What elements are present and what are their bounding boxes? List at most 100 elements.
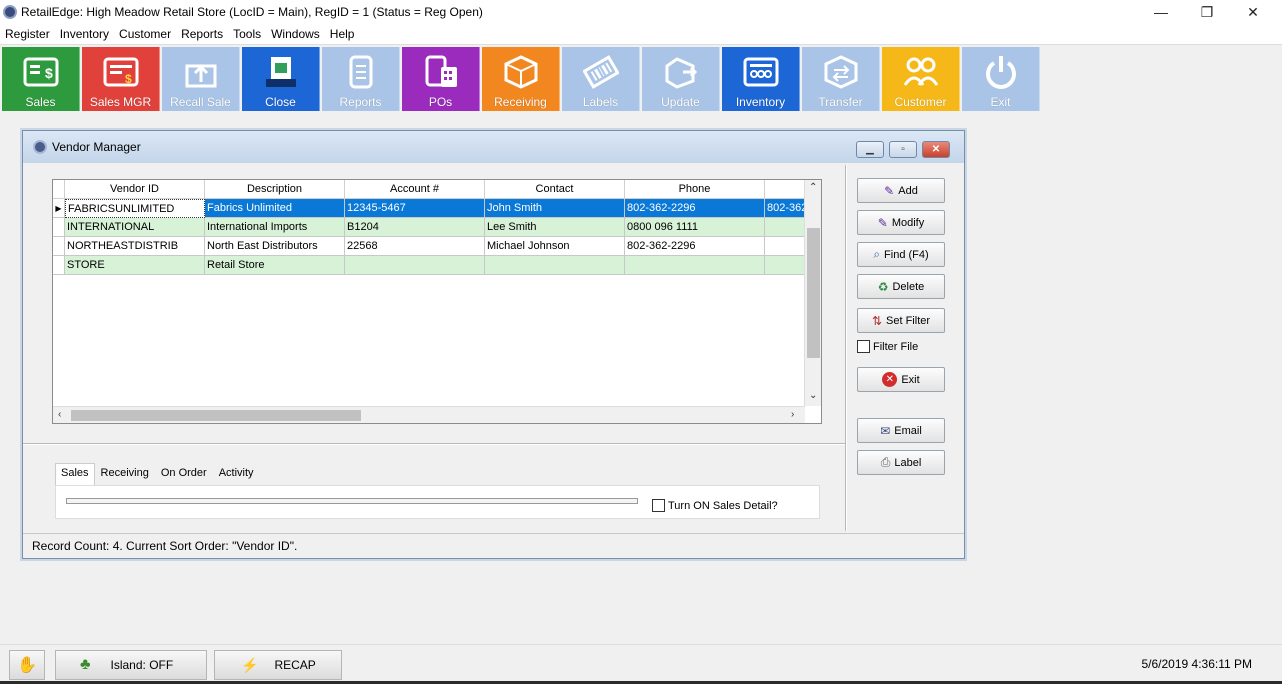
menu-customer[interactable]: Customer [119, 27, 171, 41]
cell-extra[interactable] [765, 218, 805, 237]
menu-help[interactable]: Help [330, 27, 355, 41]
horizontal-scroll-thumb[interactable] [71, 410, 361, 421]
menu-register[interactable]: Register [5, 27, 50, 41]
toolbar-customer-button[interactable]: Customer [882, 47, 960, 111]
cell-account[interactable]: 12345-5467 [345, 199, 485, 218]
tab-receiving[interactable]: Receiving [95, 463, 155, 485]
cell-phone[interactable]: 802-362-2296 [625, 199, 765, 218]
toolbar-exit-button[interactable]: Exit [962, 47, 1040, 111]
vertical-scrollbar[interactable]: ⌃ ⌄ [804, 180, 821, 406]
island-toggle-button[interactable]: ♣ Island: OFF [55, 650, 207, 680]
delete-label: Delete [892, 280, 925, 293]
tab-on-order[interactable]: On Order [155, 463, 213, 485]
scroll-up-icon[interactable]: ⌃ [809, 182, 817, 193]
cell-account[interactable] [345, 256, 485, 275]
sales-detail-label: Turn ON Sales Detail? [668, 499, 778, 512]
row-indicator [53, 237, 65, 256]
horizontal-scrollbar[interactable]: ‹ › [53, 406, 805, 423]
row-indicator-header [53, 180, 65, 199]
cell-phone[interactable] [625, 256, 765, 275]
menu-tools[interactable]: Tools [233, 27, 261, 41]
menu-reports[interactable]: Reports [181, 27, 223, 41]
hand-button[interactable]: ✋ [9, 650, 45, 680]
toolbar-receiving-button[interactable]: Receiving [482, 47, 560, 111]
sales-detail-box[interactable] [652, 499, 665, 512]
sales-detail-checkbox[interactable]: Turn ON Sales Detail? [652, 499, 778, 512]
cell-description[interactable]: Fabrics Unlimited [205, 199, 345, 218]
cell-account[interactable]: B1204 [345, 218, 485, 237]
sales-progress-bar [66, 498, 638, 504]
cell-vendor-id[interactable]: NORTHEASTDISTRIB [65, 237, 205, 256]
set-filter-button[interactable]: ⇅ Set Filter [857, 308, 945, 333]
recycle-bin-icon: ♻ [877, 279, 889, 294]
add-button[interactable]: ✎ Add [857, 178, 945, 203]
recap-button[interactable]: ⚡ RECAP [214, 650, 342, 680]
column-header-phone[interactable]: Phone [625, 180, 765, 199]
toolbar-labels-button[interactable]: Labels [562, 47, 640, 111]
vm-close-button[interactable]: ✕ [922, 141, 950, 158]
cell-contact[interactable]: John Smith [485, 199, 625, 218]
toolbar-close-button[interactable]: Close [242, 47, 320, 111]
cell-vendor-id[interactable]: INTERNATIONAL [65, 218, 205, 237]
toolbar-inventory-button[interactable]: Inventory [722, 47, 800, 111]
cell-phone[interactable]: 802-362-2296 [625, 237, 765, 256]
row-indicator [53, 218, 65, 237]
toolbar-update-button[interactable]: Update [642, 47, 720, 111]
label-button[interactable]: ⎙ Label [857, 450, 945, 475]
cell-vendor-id[interactable]: STORE [65, 256, 205, 275]
cell-contact[interactable] [485, 256, 625, 275]
column-header-vendor-id[interactable]: Vendor ID [65, 180, 205, 199]
vertical-scroll-thumb[interactable] [807, 228, 820, 358]
table-row[interactable]: NORTHEASTDISTRIB North East Distributors… [53, 237, 805, 256]
cell-contact[interactable]: Lee Smith [485, 218, 625, 237]
cell-extra[interactable] [765, 256, 805, 275]
modify-button[interactable]: ✎ Modify [857, 210, 945, 235]
column-header-extra[interactable] [765, 180, 805, 199]
tab-activity[interactable]: Activity [213, 463, 260, 485]
delete-button[interactable]: ♻ Delete [857, 274, 945, 299]
email-button[interactable]: ✉ Email [857, 418, 945, 443]
minimize-button[interactable]: — [1138, 0, 1184, 24]
menu-inventory[interactable]: Inventory [60, 27, 109, 41]
menu-windows[interactable]: Windows [271, 27, 320, 41]
toolbar-transfer-button[interactable]: Transfer [802, 47, 880, 111]
cell-account[interactable]: 22568 [345, 237, 485, 256]
column-header-description[interactable]: Description [205, 180, 345, 199]
find-button[interactable]: ⌕ Find (F4) [857, 242, 945, 267]
current-row-arrow-icon: ▶ [53, 199, 65, 218]
filter-file-box[interactable] [857, 340, 870, 353]
column-header-contact[interactable]: Contact [485, 180, 625, 199]
toolbar-reports-button[interactable]: Reports [322, 47, 400, 111]
toolbar-labels-label: Labels [582, 95, 619, 109]
restore-button[interactable]: ❐ [1184, 0, 1230, 24]
cell-extra[interactable]: 802-362 [765, 199, 805, 218]
toolbar-sales-mgr-button[interactable]: $ Sales MGR [82, 47, 160, 111]
tab-sales[interactable]: Sales [55, 463, 95, 485]
scroll-down-icon[interactable]: ⌄ [809, 390, 817, 401]
column-header-account[interactable]: Account # [345, 180, 485, 199]
toolbar-sales-button[interactable]: $ Sales [2, 47, 80, 111]
svg-text:$: $ [45, 65, 53, 81]
cell-description[interactable]: North East Distributors [205, 237, 345, 256]
cell-contact[interactable]: Michael Johnson [485, 237, 625, 256]
cell-extra[interactable] [765, 237, 805, 256]
cell-description[interactable]: International Imports [205, 218, 345, 237]
table-row[interactable]: STORE Retail Store [53, 256, 805, 275]
filter-file-checkbox[interactable]: Filter File [857, 340, 918, 353]
table-row[interactable]: INTERNATIONAL International Imports B120… [53, 218, 805, 237]
toolbar-pos-button[interactable]: POs [402, 47, 480, 111]
vm-minimize-button[interactable]: ▁ [856, 141, 884, 158]
close-button[interactable]: ✕ [1230, 0, 1276, 24]
cell-phone[interactable]: 0800 096 1111 [625, 218, 765, 237]
toolbar-recall-sale-button[interactable]: Recall Sale [162, 47, 240, 111]
inventory-icon [743, 54, 779, 90]
cell-description[interactable]: Retail Store [205, 256, 345, 275]
envelope-icon: ✉ [880, 423, 891, 438]
scroll-right-icon[interactable]: › [791, 409, 794, 420]
table-row[interactable]: ▶ FABRICSUNLIMITED Fabrics Unlimited 123… [53, 199, 805, 218]
vm-restore-button[interactable]: ▫ [889, 141, 917, 158]
exit-button[interactable]: ✕ Exit [857, 367, 945, 392]
toolbar-receiving-label: Receiving [494, 95, 547, 109]
scroll-left-icon[interactable]: ‹ [58, 409, 61, 420]
cell-vendor-id[interactable]: FABRICSUNLIMITED [65, 199, 205, 218]
